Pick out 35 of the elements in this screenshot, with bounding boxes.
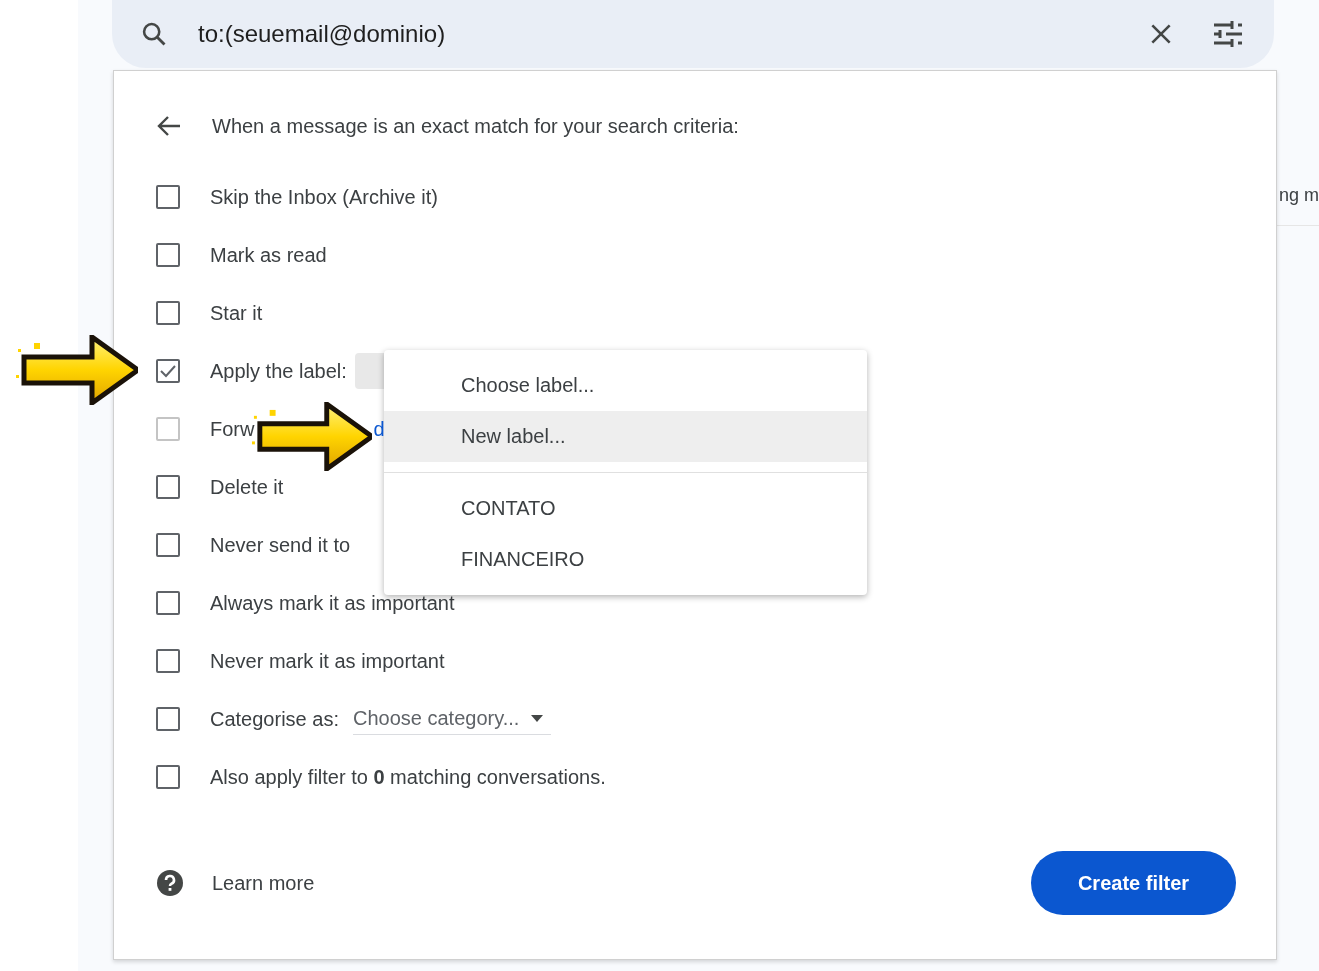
option-label: Skip the Inbox (Archive it) [210, 185, 438, 209]
checkbox[interactable] [156, 649, 180, 673]
filter-heading: When a message is an exact match for your search criteria: [212, 114, 739, 138]
option-label: Star it [210, 301, 263, 325]
checkbox[interactable] [156, 185, 180, 209]
checkbox[interactable] [156, 301, 180, 325]
caret-icon [531, 715, 544, 722]
learn-more-link[interactable]: Learn more [212, 871, 315, 895]
option-label: Forw [210, 417, 255, 441]
option-label: Delete it [210, 475, 284, 499]
back-arrow-icon[interactable] [156, 114, 182, 138]
option-label: Never mark it as important [210, 649, 445, 673]
option-label: Categorise as: [210, 707, 339, 731]
menu-item[interactable]: New label... [384, 411, 867, 462]
checkbox[interactable] [156, 591, 180, 615]
checkbox[interactable] [156, 243, 180, 267]
checkbox[interactable] [156, 533, 180, 557]
checkbox[interactable] [156, 707, 180, 731]
option-label: Apply the label: [210, 359, 347, 383]
category-select[interactable]: Choose category... [352, 703, 552, 735]
option-label: Never send it to [210, 533, 351, 557]
menu-item[interactable]: CONTATO [384, 483, 867, 534]
checkbox[interactable] [156, 765, 180, 789]
menu-item[interactable]: FINANCEIRO [384, 534, 867, 585]
background-text: ng m [1279, 185, 1319, 206]
help-icon[interactable] [156, 869, 184, 897]
checkmark-icon [160, 364, 176, 378]
checkbox[interactable] [156, 359, 180, 383]
create-filter-button[interactable]: Create filter [1031, 851, 1236, 915]
option-label: Always mark it as important [210, 591, 455, 615]
option-label: Mark as read [210, 243, 327, 267]
search-icon[interactable] [140, 20, 168, 48]
option-label: Also apply filter to 0 matching conversations. [210, 765, 606, 789]
checkbox[interactable] [156, 475, 180, 499]
menu-item[interactable]: Choose label... [384, 360, 867, 411]
